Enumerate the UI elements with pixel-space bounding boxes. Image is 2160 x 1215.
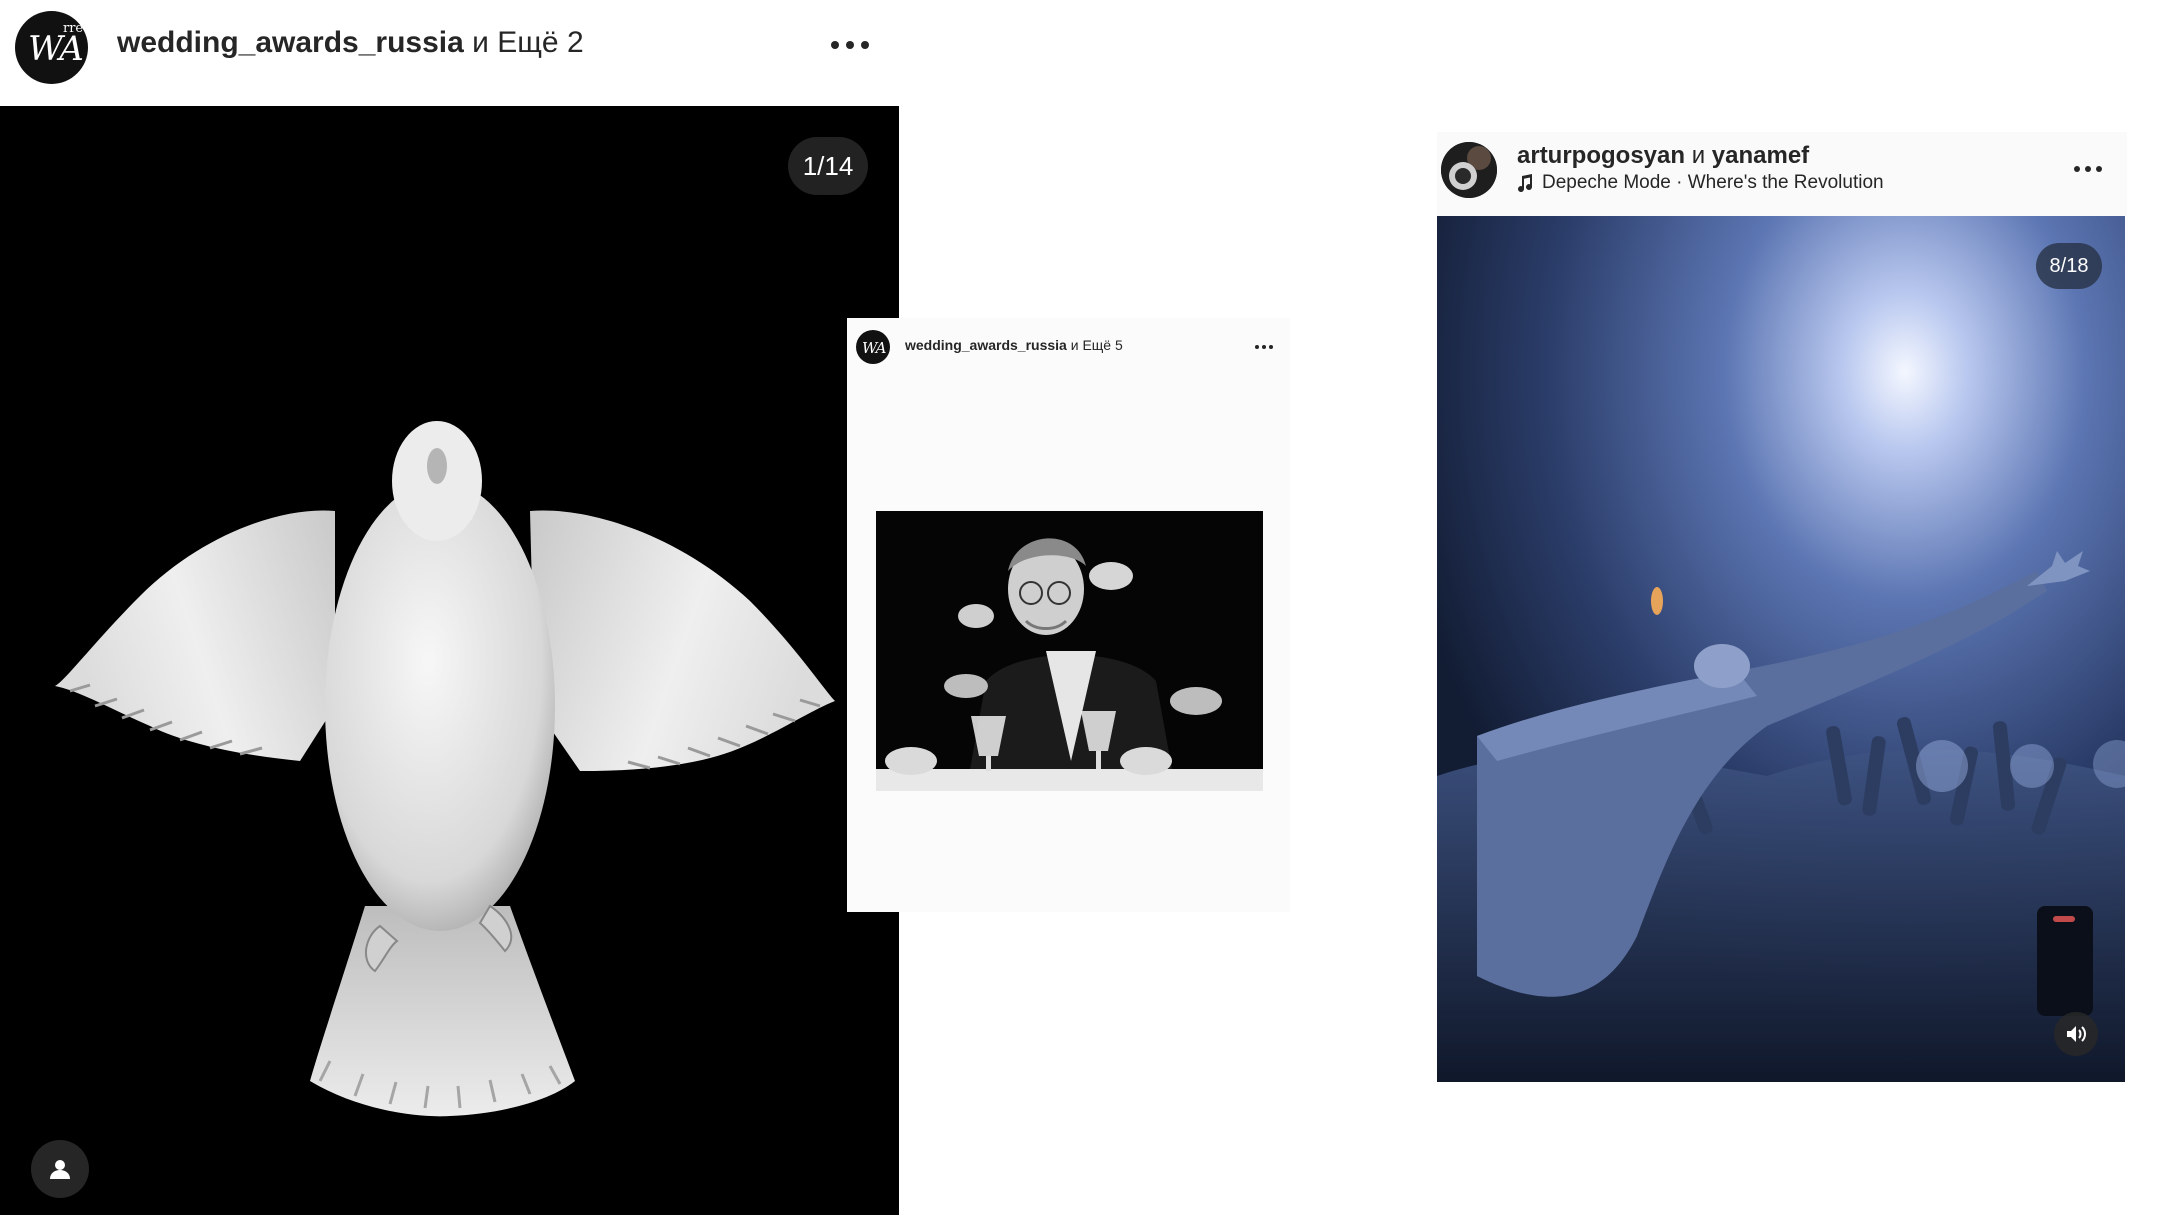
avatar-superscript: rre <box>63 21 84 36</box>
user-tag-icon[interactable] <box>31 1140 89 1198</box>
man-at-table-illustration <box>876 511 1263 791</box>
avatar-monogram: WA <box>862 339 886 357</box>
dove-illustration <box>55 421 835 1117</box>
post-concert: arturpogosyan и yanamef Depeche Mode · W… <box>1437 132 2127 1082</box>
post-author[interactable]: arturpogosyan и yanamef <box>1517 142 1809 170</box>
speaker-icon <box>2067 1026 2086 1042</box>
carousel-counter: 1/14 <box>788 137 868 195</box>
carousel-counter: 8/18 <box>2036 243 2102 289</box>
author-avatar[interactable]: WA <box>856 330 890 364</box>
post-header: arturpogosyan и yanamef Depeche Mode · W… <box>1437 132 2127 216</box>
post-image-man[interactable] <box>876 511 1263 791</box>
music-note-icon <box>1518 174 1533 192</box>
music-track: Depeche Mode · Where's the Revolution <box>1542 172 1884 193</box>
music-attribution[interactable]: Depeche Mode · Where's the Revolution <box>1517 172 1884 194</box>
post-man-table: WA wedding_awards_russia и Ещё 5 <box>847 318 1290 912</box>
more-options-icon[interactable] <box>1255 345 1273 349</box>
author-coauthors[interactable]: и Ещё 5 <box>1067 337 1123 353</box>
more-options-icon[interactable] <box>2074 166 2102 172</box>
post-author[interactable]: wedding_awards_russia и Ещё 2 <box>117 26 584 60</box>
author-avatar[interactable]: WA rre <box>15 11 88 84</box>
post-video-concert[interactable]: 8/18 <box>1437 216 2125 1082</box>
person-icon <box>50 1160 70 1179</box>
author-coauthor[interactable]: yanamef <box>1712 142 1809 169</box>
author-connector: и <box>1685 142 1712 169</box>
author-username[interactable]: arturpogosyan <box>1517 142 1685 169</box>
concert-illustration <box>1437 216 2125 1082</box>
author-coauthors[interactable]: и Ещё 2 <box>464 26 584 59</box>
post-dove: WA rre wedding_awards_russia и Ещё 2 1/1… <box>0 0 899 1215</box>
post-image-dove[interactable]: 1/14 <box>0 106 899 1215</box>
speaker-sound-icon[interactable] <box>2054 1012 2098 1056</box>
post-author[interactable]: wedding_awards_russia и Ещё 5 <box>905 337 1123 353</box>
author-avatar[interactable] <box>1441 142 1497 198</box>
avatar-photo <box>1441 142 1497 198</box>
more-options-icon[interactable] <box>831 41 869 49</box>
author-username[interactable]: wedding_awards_russia <box>905 337 1067 353</box>
author-username[interactable]: wedding_awards_russia <box>117 26 464 59</box>
post-header: WA rre wedding_awards_russia и Ещё 2 <box>0 0 899 106</box>
